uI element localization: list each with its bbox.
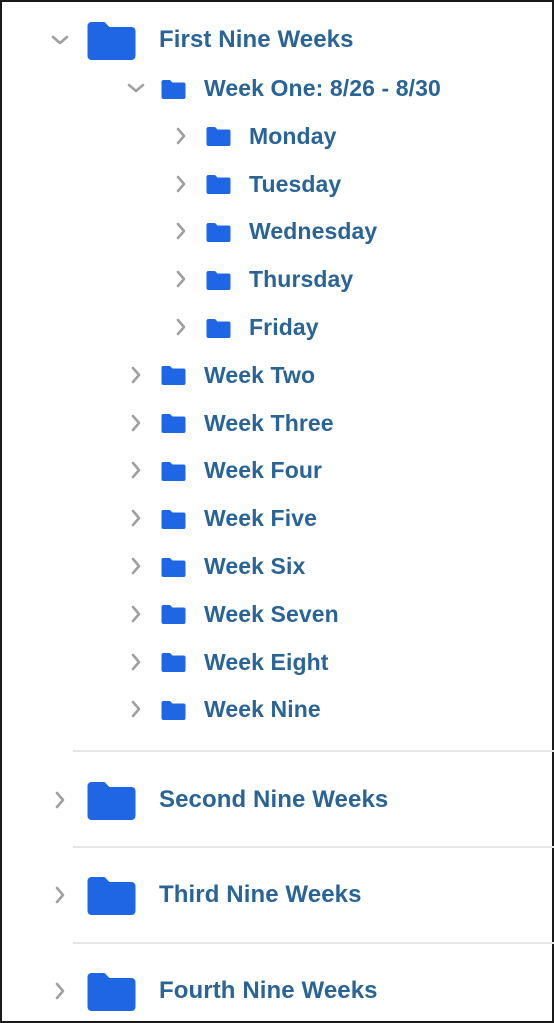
folder-label: Week Eight <box>204 648 329 675</box>
divider <box>73 750 554 752</box>
folder-icon <box>206 318 231 338</box>
chevron-right-icon[interactable] <box>50 981 70 1001</box>
folder-label: Week Six <box>204 553 306 579</box>
folder-label: Friday <box>249 314 319 340</box>
chevron-right-icon[interactable] <box>126 460 146 480</box>
folder-icon <box>87 782 136 820</box>
folder-icon <box>206 127 231 147</box>
chevron-right-icon[interactable] <box>171 221 191 241</box>
folder-label: Monday <box>249 122 337 149</box>
chevron-right-icon[interactable] <box>126 699 146 719</box>
folder-icon <box>161 509 186 529</box>
folder-label: Week One: 8/26 - 8/30 <box>204 75 441 101</box>
folder-icon <box>206 222 231 242</box>
chevron-right-icon[interactable] <box>50 885 70 905</box>
divider <box>73 846 554 848</box>
folder-label: Wednesday <box>249 218 378 245</box>
folder-icon <box>161 414 186 434</box>
chevron-right-icon[interactable] <box>50 790 70 810</box>
folder-label: Week Nine <box>204 696 321 723</box>
chevron-down-icon[interactable] <box>50 30 70 50</box>
chevron-right-icon[interactable] <box>171 269 191 289</box>
folder-label: Week Seven <box>204 600 339 627</box>
folder-icon <box>161 605 186 625</box>
chevron-right-icon[interactable] <box>126 556 146 576</box>
folder-label: Tuesday <box>249 170 342 197</box>
folder-icon <box>206 270 231 290</box>
folder-label: Second Nine Weeks <box>159 786 389 813</box>
folder-label: Fourth Nine Weeks <box>159 977 378 1004</box>
divider <box>73 942 554 944</box>
folder-icon <box>87 22 136 60</box>
chevron-right-icon[interactable] <box>126 413 146 433</box>
chevron-right-icon[interactable] <box>171 174 191 194</box>
folder-icon <box>161 557 186 577</box>
folder-label: Week Three <box>204 409 334 436</box>
chevron-down-icon[interactable] <box>126 78 146 98</box>
chevron-right-icon[interactable] <box>126 652 146 672</box>
folder-icon <box>206 175 231 195</box>
folder-label: Week Four <box>204 457 323 484</box>
folder-icon <box>161 700 186 720</box>
folder-icon <box>161 366 186 386</box>
folder-icon <box>87 973 136 1011</box>
chevron-right-icon[interactable] <box>171 317 191 337</box>
chevron-right-icon[interactable] <box>171 126 191 146</box>
chevron-right-icon[interactable] <box>126 508 146 528</box>
folder-label: Third Nine Weeks <box>159 881 362 908</box>
folder-icon <box>161 79 186 99</box>
folder-label: Week Five <box>204 505 317 532</box>
folder-label: First Nine Weeks <box>159 26 354 53</box>
chevron-right-icon[interactable] <box>126 604 146 624</box>
folder-label: Thursday <box>249 266 354 293</box>
folder-label: Week Two <box>204 361 316 388</box>
chevron-right-icon[interactable] <box>126 365 146 385</box>
folder-icon <box>161 653 186 673</box>
folder-icon <box>161 461 186 481</box>
folder-icon <box>87 877 136 915</box>
